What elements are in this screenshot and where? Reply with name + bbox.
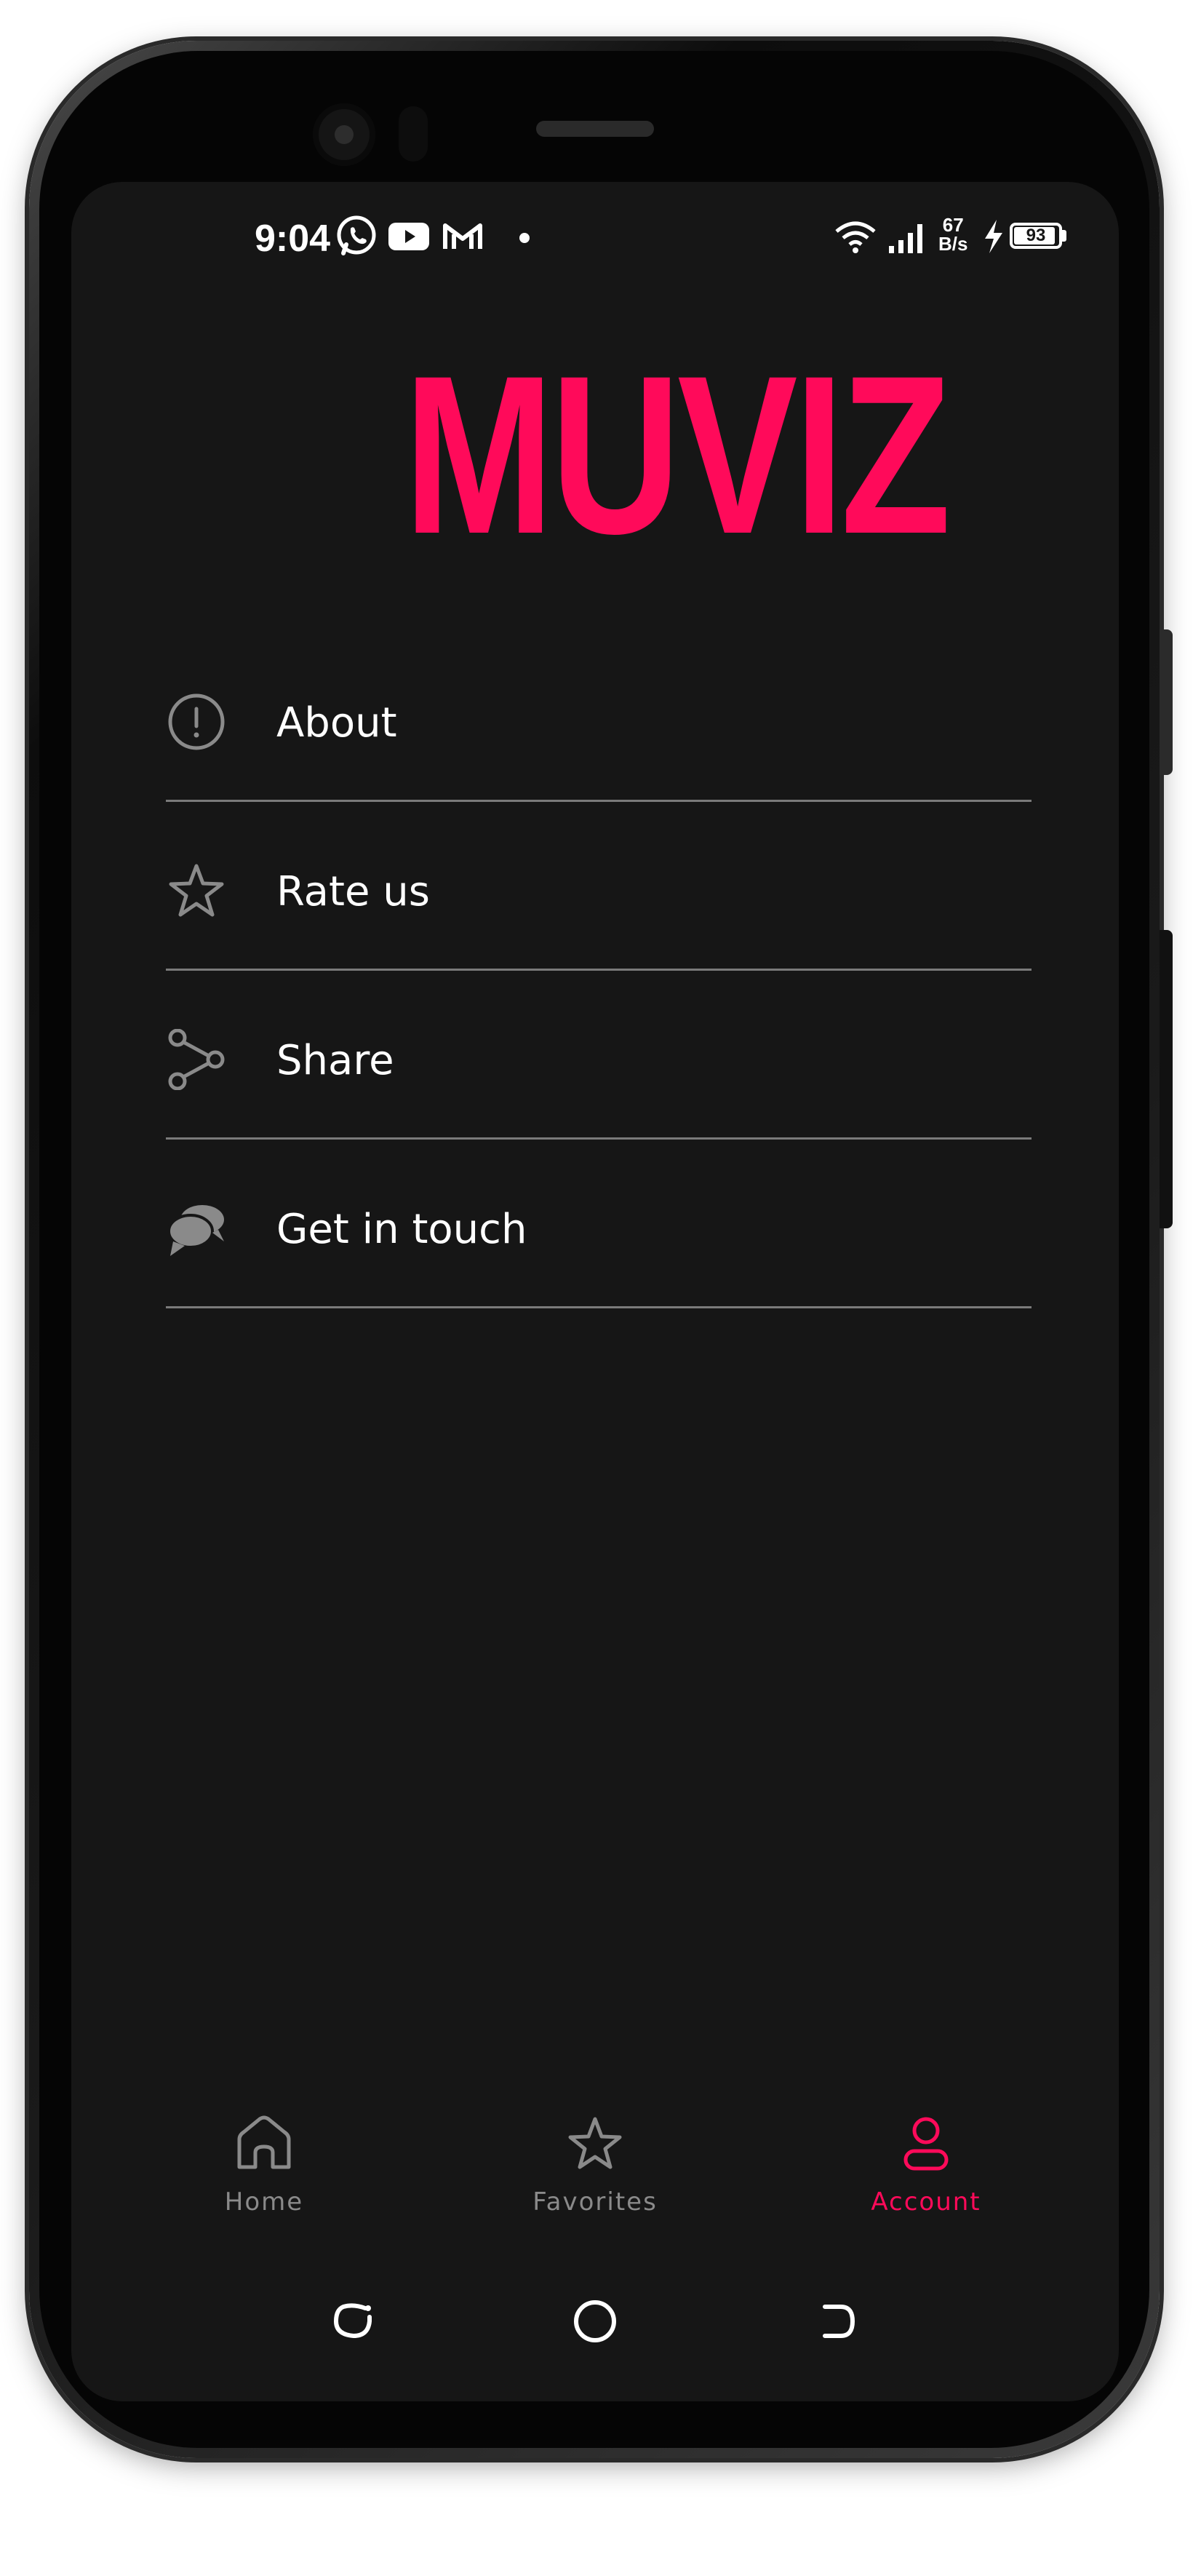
menu-item-label: Rate us bbox=[276, 868, 430, 915]
proximity-sensor bbox=[399, 106, 428, 162]
wifi-icon bbox=[835, 221, 876, 253]
youtube-icon bbox=[388, 223, 429, 250]
signal-icon bbox=[889, 224, 922, 253]
whatsapp-icon bbox=[337, 215, 376, 255]
menu-item-label: Share bbox=[276, 1037, 394, 1084]
charging-icon bbox=[985, 220, 1002, 253]
chat-bubbles-icon bbox=[167, 1205, 224, 1256]
nav-item-home[interactable]: Home bbox=[155, 2110, 373, 2249]
menu-item-rate-us[interactable]: Rate us bbox=[166, 802, 1032, 971]
share-nodes-icon bbox=[168, 1029, 225, 1090]
battery-nub bbox=[1062, 230, 1066, 242]
info-exclamation-icon bbox=[168, 693, 225, 750]
nav-label-account: Account bbox=[871, 2187, 981, 2217]
volume-button bbox=[1160, 930, 1173, 1228]
dot-icon bbox=[519, 233, 530, 243]
app-logo: MUVIZ bbox=[404, 328, 951, 581]
bottom-navigation: Home Favorites Account bbox=[71, 2110, 1119, 2249]
star-outline-icon bbox=[568, 2117, 622, 2169]
nav-label-favorites: Favorites bbox=[532, 2187, 658, 2217]
menu-item-about[interactable]: About bbox=[166, 633, 1032, 802]
app-screen: 9:04 67 B/s 93 MUVIZ About Rate us Share… bbox=[71, 182, 1119, 2401]
status-bar: 9:04 67 B/s 93 bbox=[71, 182, 1119, 291]
network-speed: 67 B/s bbox=[938, 215, 967, 253]
recents-icon[interactable] bbox=[324, 2292, 383, 2350]
battery-percent: 93 bbox=[1026, 226, 1046, 245]
nav-label-home: Home bbox=[224, 2187, 304, 2217]
menu-item-get-in-touch[interactable]: Get in touch bbox=[166, 1140, 1032, 1308]
status-time: 9:04 bbox=[255, 218, 331, 260]
gmail-icon bbox=[443, 223, 482, 249]
star-outline-icon bbox=[169, 864, 224, 917]
network-speed-unit: B/s bbox=[938, 233, 968, 255]
nav-item-favorites[interactable]: Favorites bbox=[486, 2110, 704, 2249]
back-icon[interactable] bbox=[807, 2292, 866, 2350]
home-circle-icon[interactable] bbox=[566, 2292, 624, 2350]
user-icon bbox=[903, 2117, 949, 2171]
system-navigation-bar bbox=[71, 2278, 1119, 2365]
account-menu: About Rate us Share Get in touch bbox=[166, 633, 1032, 1308]
nav-item-account[interactable]: Account bbox=[817, 2110, 1035, 2249]
battery-icon: 93 bbox=[1010, 223, 1062, 249]
network-speed-value: 67 bbox=[942, 214, 964, 236]
home-icon bbox=[237, 2115, 291, 2169]
earpiece-speaker bbox=[536, 121, 654, 137]
menu-item-share[interactable]: Share bbox=[166, 971, 1032, 1140]
front-camera bbox=[313, 103, 375, 166]
menu-item-label: Get in touch bbox=[276, 1206, 527, 1253]
menu-item-label: About bbox=[276, 699, 397, 747]
power-button bbox=[1160, 629, 1173, 775]
